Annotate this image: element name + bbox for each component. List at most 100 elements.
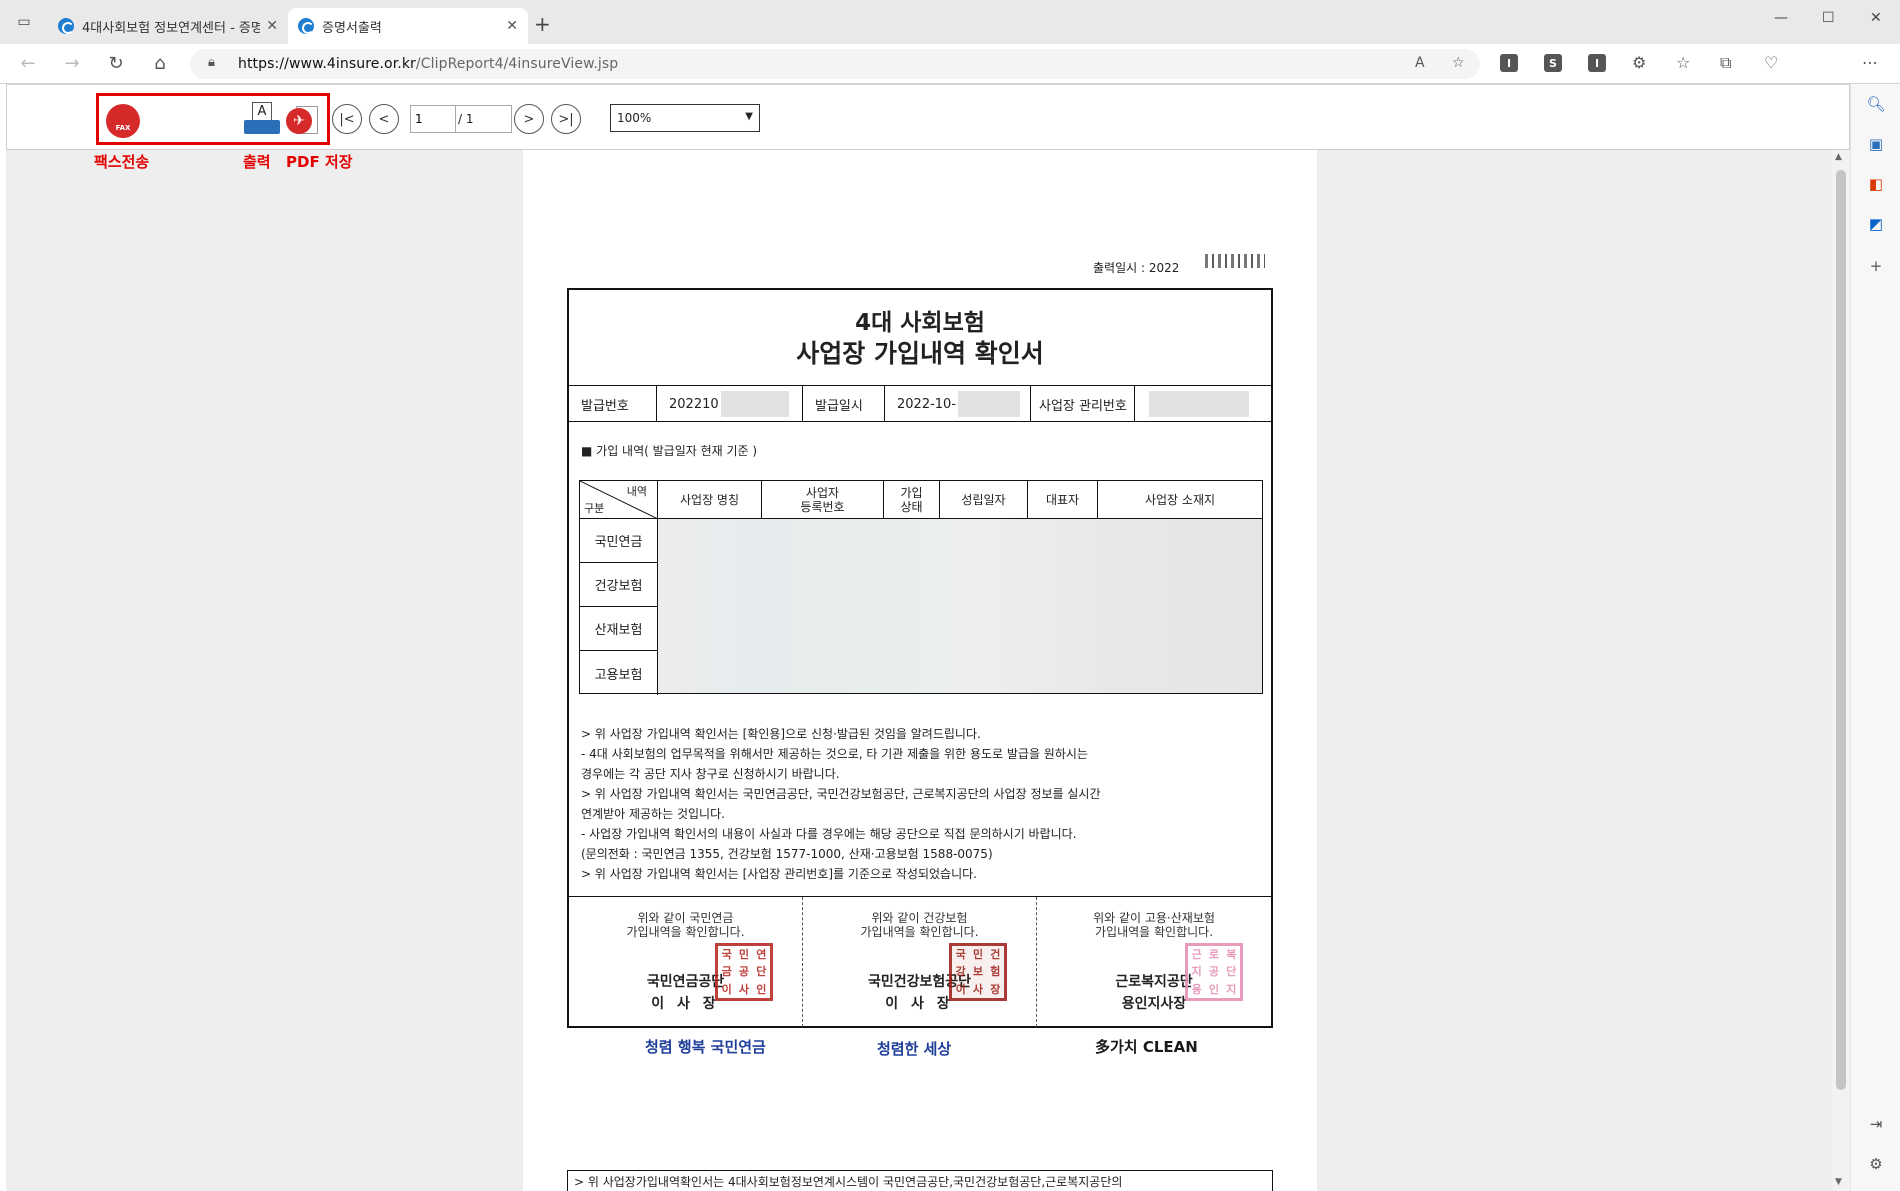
forward-icon[interactable]: → (60, 53, 84, 74)
extension-icon[interactable]: I (1500, 54, 1518, 72)
search-icon[interactable]: 🔍︎ (1866, 94, 1886, 114)
new-tab-icon[interactable]: + (534, 12, 551, 36)
prev-page-button[interactable]: < (369, 104, 399, 134)
issue-no-label: 발급번호 (569, 386, 657, 422)
pdf-save-button[interactable]: ✈ (286, 102, 320, 138)
notice-line: 연계받아 제공하는 것입니다. (581, 807, 725, 821)
extension-icon[interactable]: I (1588, 54, 1606, 72)
settings-gear-icon[interactable]: ⚙ (1866, 1154, 1886, 1174)
more-menu-icon[interactable]: ⋯ (1862, 53, 1878, 72)
add-favorite-icon[interactable]: ☆ (1452, 55, 1465, 71)
bottom-notice: > 위 사업장가입내역확인서는 4대사회보험정보연계시스템이 국민연금공단,국민… (567, 1170, 1273, 1191)
chevron-down-icon: ▼ (745, 111, 753, 122)
mgmt-no-label: 사업장 관리번호 (1031, 386, 1135, 422)
collections-icon[interactable]: ⧉ (1720, 53, 1731, 73)
nhis-clean-logo: 청렴한 세상 (877, 1040, 952, 1058)
diag-bottom-label: 구분 (584, 502, 605, 515)
last-page-button[interactable]: >| (551, 104, 581, 134)
close-tab-icon[interactable]: ✕ (506, 18, 518, 34)
zoom-select[interactable]: 100% ▼ (610, 104, 760, 132)
site-favicon-icon (298, 18, 314, 34)
edge-sidebar: 🔍︎ ▣ ◧ ◩ + ⇥ ⚙ (1850, 84, 1900, 1191)
url-text: https://www.4insure.or.kr/ClipReport4/4i… (238, 56, 619, 72)
sidebar-toggle-icon[interactable]: ⇥ (1866, 1114, 1886, 1134)
tools-icon[interactable]: ▣ (1866, 134, 1886, 154)
page-number-input[interactable] (410, 105, 456, 133)
confirm-line-2: 가입내역을 확인합니다. (1094, 925, 1214, 939)
title-line-1: 4대 사회보험 (855, 310, 985, 336)
read-aloud-icon[interactable]: A (1415, 55, 1425, 71)
printer-icon: A (252, 102, 272, 122)
favorites-icon[interactable]: ☆ (1676, 53, 1690, 72)
performance-icon[interactable]: ♡ (1764, 53, 1778, 72)
scroll-up-icon[interactable]: ▲ (1835, 152, 1842, 162)
signature-row: 위와 같이 국민연금 가입내역을 확인합니다. 국민연금공단 이 사 장 국민연… (569, 896, 1271, 1028)
confirm-line-1: 위와 같이 국민연금 (637, 911, 734, 925)
notice-line: > 위 사업장 가입내역 확인서는 [확인용]으로 신청·발급된 것임을 알려드… (581, 727, 981, 741)
notice-text: > 위 사업장 가입내역 확인서는 [확인용]으로 신청·발급된 것임을 알려드… (581, 724, 1271, 884)
comwel-clean-logo: 多가치 CLEAN (1095, 1038, 1198, 1056)
site-favicon-icon (58, 18, 74, 34)
document-title: 4대 사회보험 사업장 가입내역 확인서 (569, 290, 1271, 386)
pdf-label: PDF 저장 (286, 153, 353, 171)
print-datetime: 출력일시 : 2022 (1093, 261, 1180, 275)
notice-line: 경우에는 각 공단 지사 창구로 신청하시기 바랍니다. (581, 767, 840, 781)
official-seal-stamp: 국민연금공단이사인 (715, 943, 773, 1001)
extensions-puzzle-icon[interactable]: ⚙ (1632, 53, 1646, 72)
title-line-2: 사업장 가입내역 확인서 (796, 339, 1044, 368)
browser-tab-bar: ▭ 4대사회보험 정보연계센터 - 증명 ✕ 증명서출력 ✕ + — ☐ ✕ (0, 0, 1900, 44)
print-button[interactable]: A (244, 102, 280, 138)
minimize-icon[interactable]: — (1774, 10, 1788, 26)
mgmt-no-value (1135, 386, 1271, 422)
office-icon[interactable]: ◧ (1866, 174, 1886, 194)
next-page-button[interactable]: > (514, 104, 544, 134)
scroll-down-icon[interactable]: ▼ (1835, 1177, 1842, 1187)
page-total: / 1 (456, 105, 512, 133)
diagonal-header-cell: 내역 구분 (580, 481, 658, 519)
fax-send-button[interactable]: FAX (106, 104, 140, 138)
signature-nhis: 위와 같이 건강보험 가입내역을 확인합니다. 국민건강보험공단 이 사 장 국… (803, 897, 1037, 1027)
add-sidebar-icon[interactable]: + (1866, 256, 1886, 276)
home-icon[interactable]: ⌂ (148, 53, 172, 74)
window-close-icon[interactable]: ✕ (1870, 10, 1882, 26)
tab-title: 증명서출력 (322, 20, 382, 36)
address-bar: ← → ↻ ⌂ 🔒︎ https://www.4insure.or.kr/Cli… (0, 44, 1900, 116)
outlook-icon[interactable]: ◩ (1866, 214, 1886, 234)
diag-top-label: 내역 (626, 485, 647, 498)
row-label: 국민연금 (580, 519, 658, 563)
tab-certificate-print[interactable]: 증명서출력 ✕ (288, 8, 528, 44)
back-icon[interactable]: ← (16, 53, 40, 74)
maximize-icon[interactable]: ☐ (1822, 10, 1835, 26)
confirm-line-2: 가입내역을 확인합니다. (626, 925, 745, 939)
notice-line: > 위 사업장 가입내역 확인서는 [사업장 관리번호]를 기준으로 작성되었습… (581, 867, 977, 881)
issue-no-value: 202210 (657, 386, 803, 422)
vertical-scrollbar[interactable]: ▲ ▼ (1832, 150, 1850, 1191)
row-label: 고용보험 (580, 651, 658, 695)
refresh-icon[interactable]: ↻ (104, 53, 128, 74)
col-header: 사업자 등록번호 (762, 481, 884, 519)
col-header: 사업장 명칭 (658, 481, 762, 519)
tab-4insure-center[interactable]: 4대사회보험 정보연계센터 - 증명 ✕ (48, 8, 288, 44)
nps-clean-logo: 청렴 행복 국민연금 (645, 1038, 766, 1056)
footer-logos: 청렴 행복 국민연금 청렴한 세상 多가치 CLEAN (567, 1030, 1273, 1070)
col-header: 가입 상태 (884, 481, 940, 519)
issue-date-label: 발급일시 (803, 386, 885, 422)
tab-actions-icon[interactable]: ▭ (10, 9, 38, 35)
confirm-line-1: 위와 같이 고용·산재보험 (1093, 911, 1215, 925)
printer-body (244, 120, 280, 134)
notice-line: - 4대 사회보험의 업무목적을 위해서만 제공하는 것으로, 타 기관 제출을… (581, 747, 1088, 761)
notice-line: (문의전화 : 국민연금 1355, 건강보험 1577-1000, 산재·고용… (581, 847, 993, 861)
first-page-button[interactable]: |< (332, 104, 362, 134)
scroll-thumb[interactable] (1836, 170, 1846, 1090)
close-tab-icon[interactable]: ✕ (266, 18, 278, 34)
official-seal-stamp: 근로복지공단용인지 (1185, 943, 1243, 1001)
row-label: 산재보험 (580, 607, 658, 651)
url-input[interactable]: 🔒︎ https://www.4insure.or.kr/ClipReport4… (190, 49, 1480, 79)
extension-icon[interactable]: S (1544, 54, 1562, 72)
col-header: 사업장 소재지 (1098, 481, 1262, 519)
official-seal-stamp: 국민건강보험이사장 (949, 943, 1007, 1001)
issue-date-value: 2022-10- (885, 386, 1031, 422)
certificate-form: 4대 사회보험 사업장 가입내역 확인서 발급번호 202210 발급일시 20… (567, 288, 1273, 1028)
lock-icon: 🔒︎ (208, 55, 215, 70)
issue-info-row: 발급번호 202210 발급일시 2022-10- 사업장 관리번호 (569, 386, 1271, 422)
